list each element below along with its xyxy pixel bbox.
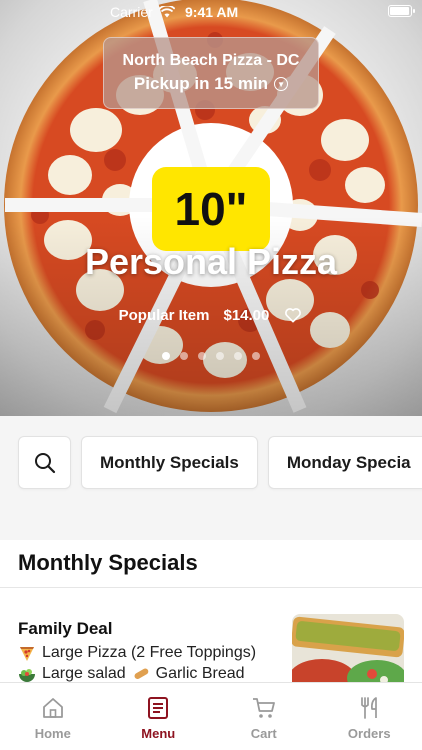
pickup-row: Pickup in 15 min ▼ [104,74,318,94]
menu-item-card[interactable]: Family Deal Large Pizza (2 Free Toppings… [0,588,422,694]
section-header: Monthly Specials [0,540,422,588]
pizza-emoji-icon [20,647,34,661]
tab-menu[interactable]: Menu [106,683,212,750]
carousel-dot[interactable] [198,352,206,360]
chip-monthly-specials[interactable]: Monthly Specials [81,436,258,489]
tab-orders[interactable]: Orders [317,683,422,750]
pickup-time: Pickup in 15 min [133,74,269,93]
menu-item-line: Large salad Garlic Bread [18,665,245,683]
tab-label: Cart [250,726,277,741]
status-time: 9:41 AM [185,4,239,20]
search-icon [34,452,55,473]
heart-icon[interactable] [283,305,303,325]
tab-cart[interactable]: Cart [211,683,317,750]
tab-home[interactable]: Home [0,683,106,750]
store-name: North Beach Pizza - DC [122,52,300,69]
salad-emoji-icon [19,669,35,682]
carousel-dot[interactable] [216,352,224,360]
featured-item-title: Personal Pizza [84,241,338,282]
menu-item-line: Large Pizza (2 Free Toppings) [18,644,256,662]
chevron-down-icon: ▼ [274,77,289,91]
menu-icon [148,697,169,719]
bread-emoji-icon [134,668,148,679]
carousel-dot[interactable] [234,352,242,360]
chip-monday-specials[interactable]: Monday Specia [267,436,422,489]
cart-icon [252,698,275,718]
tab-label: Home [34,726,71,741]
carousel-dot[interactable] [252,352,260,360]
hero-banner[interactable]: Carrier 9:41 AM North Beach Pizza - DC P… [0,0,422,416]
status-bar: Carrier 9:41 AM [0,0,422,24]
popular-tag: Popular Item [118,306,210,324]
store-selector[interactable]: North Beach Pizza - DC Pickup in 15 min … [103,37,319,109]
size-badge: 10" [152,167,270,251]
orders-icon [361,697,378,719]
search-button[interactable] [18,436,71,489]
tab-label: Orders [347,726,391,741]
home-icon [42,698,63,718]
wifi-icon [158,6,175,18]
carousel-dot[interactable] [162,352,170,360]
section-title: Monthly Specials [18,550,198,575]
carousel-dot[interactable] [180,352,188,360]
item-price: $14.00 [223,306,270,324]
carousel-dots [0,352,422,360]
featured-item-meta: Popular Item $14.00 [0,305,422,325]
menu-item-line-1: Large Pizza (2 Free Toppings) [42,644,257,661]
tab-label: Menu [141,726,176,741]
tab-bar: Home Menu Cart Orders [0,682,422,750]
battery-icon [388,5,415,17]
menu-item-title: Family Deal [18,619,113,638]
menu-item-line-2b: Garlic Bread [155,665,245,682]
menu-item-line-2a: Large salad [42,665,126,682]
category-chips: Monthly Specials Monday Specia [18,436,422,489]
carrier-group: Carrier [110,4,175,20]
carrier-label: Carrier [110,4,153,20]
